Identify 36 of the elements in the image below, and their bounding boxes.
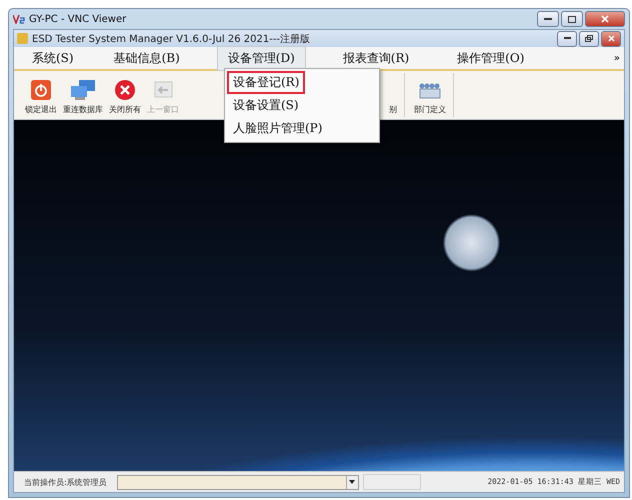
dropdown-item[interactable]: 设备登记(R) (227, 71, 306, 94)
computers-icon (69, 79, 97, 101)
app-icon (17, 33, 28, 44)
toolbar-button[interactable]: 锁定退出 (22, 71, 60, 119)
dropdown-arrow-icon (349, 480, 356, 484)
dropdown-item[interactable]: 人脸照片管理(P) (227, 117, 328, 140)
minimize-icon (564, 37, 570, 40)
close-icon (601, 15, 609, 23)
power-icon (30, 79, 52, 101)
app-title: ESD Tester System Manager V1.6.0-Jul 26 2021---注册版 (32, 32, 310, 46)
dropdown-item[interactable]: 设备设置(S) (227, 94, 305, 117)
viewer-logo-icon (13, 14, 25, 24)
close-icon (114, 79, 136, 101)
menu-item[interactable]: 设备管理(D) (218, 46, 305, 70)
minimize-button[interactable] (537, 11, 559, 27)
menu-item[interactable]: 基础信息(B) (104, 46, 190, 70)
close-icon (608, 35, 614, 42)
minimize-button[interactable] (557, 30, 577, 46)
window-title: GY-PC - VNC Viewer (29, 14, 126, 24)
operator-text: 当前操作员:系统管理员 (23, 476, 108, 488)
minimize-icon (544, 18, 552, 20)
toolbar-button[interactable]: 关闭所有 (106, 71, 144, 119)
toolbar-button[interactable]: 重连数据库 (60, 71, 106, 119)
restore-button[interactable] (579, 30, 599, 46)
restore-icon (585, 35, 593, 42)
toolbar-button[interactable]: 别 (386, 71, 400, 119)
toolbar-button[interactable]: 部门定义 (411, 71, 449, 119)
menu-overflow[interactable]: » (614, 52, 620, 64)
maximize-icon (568, 16, 576, 22)
close-button[interactable] (601, 30, 621, 46)
combo-field[interactable] (116, 474, 359, 490)
menu-item[interactable]: 报表查询(R) (332, 46, 420, 70)
maximize-button[interactable] (561, 11, 583, 27)
close-button[interactable] (585, 11, 625, 27)
menu-item[interactable]: 操作管理(O) (447, 46, 534, 70)
menu-item[interactable]: 系统(S) (22, 46, 84, 70)
